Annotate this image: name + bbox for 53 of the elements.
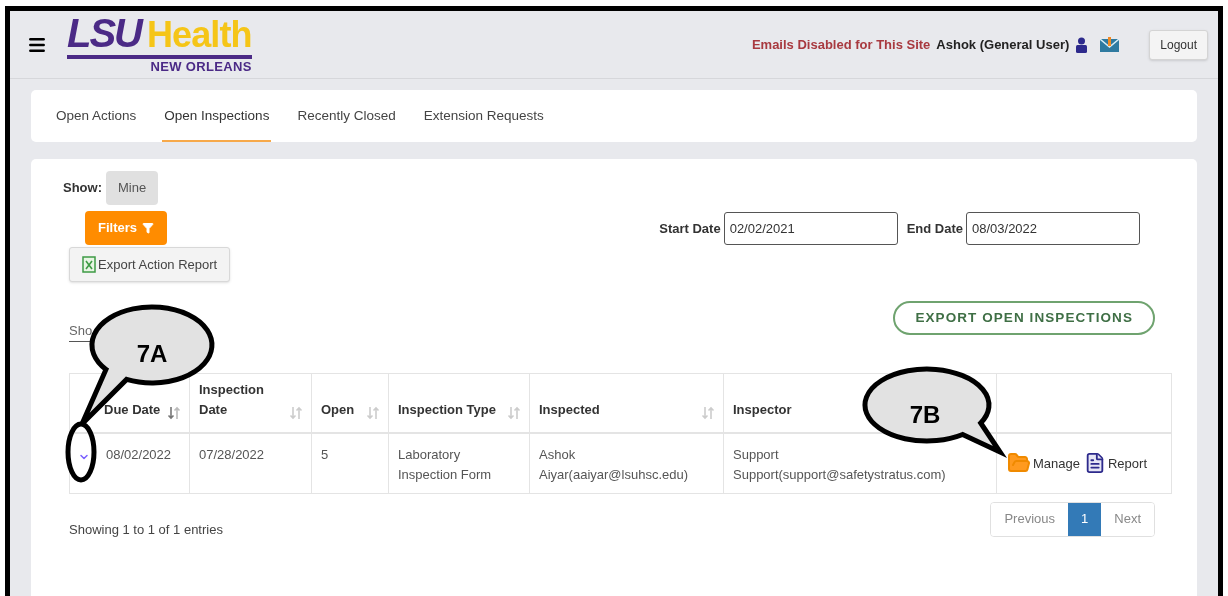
sort-icon (289, 406, 303, 420)
table-cell-text: 08/02/2022 (106, 446, 172, 464)
logo-primary: LSU (67, 13, 141, 54)
tab[interactable]: Recently Closed (295, 90, 398, 142)
entries-info: Showing 1 to 1 of 1 entries (69, 520, 223, 539)
tab[interactable]: Extension Requests (421, 90, 546, 142)
column-title: Inspected (539, 401, 600, 419)
mail-icon[interactable] (1100, 36, 1120, 53)
logo-secondary: Health (147, 17, 252, 54)
sort-icon (167, 406, 181, 420)
page-button[interactable]: 1 (1068, 502, 1102, 536)
table-cell-text: Ashok (539, 446, 577, 464)
export-open-inspections-button[interactable]: EXPORT OPEN INSPECTIONS (893, 301, 1155, 335)
column-header[interactable]: Open (311, 373, 389, 433)
spreadsheet-icon (82, 256, 96, 273)
sort-icon (366, 406, 380, 420)
column-title: Inspection Type (398, 401, 496, 419)
column-header[interactable]: Inspection Date (189, 373, 312, 433)
table-cell-text: 5 (321, 446, 329, 464)
end-date-field[interactable]: 08/03/2022 (966, 212, 1140, 245)
column-title: Inspection Date (199, 381, 265, 419)
table-cell-text: Support (733, 446, 780, 464)
mine-button[interactable]: Mine (106, 171, 159, 205)
highlight-ring (65, 421, 97, 483)
manage-link[interactable]: Manage (1007, 451, 1080, 476)
table-cell-text: Aiyar(aaiyar@lsuhsc.edu) (539, 466, 689, 484)
email-notice: Emails Disabled for This Site (751, 35, 931, 54)
report-link[interactable]: Report (1084, 452, 1147, 475)
logo-tagline: NEW ORLEANS (150, 59, 252, 76)
tab[interactable]: Open Actions (54, 90, 139, 142)
tab[interactable]: Open Inspections (162, 90, 272, 142)
filter-icon (142, 222, 154, 234)
sort-icon (507, 406, 521, 420)
column-title: Due Date (104, 401, 161, 419)
user-name: Ashok (General User) (936, 35, 1070, 54)
table-cell-text: Laboratory (398, 446, 462, 464)
column-header[interactable]: Inspection Type (388, 373, 530, 433)
column-title: Open (321, 401, 355, 419)
table-cell-text: Inspection Form (398, 466, 492, 484)
export-action-report-button[interactable]: Export Action Report (69, 247, 231, 282)
table-cell-text: Support(support@safetystratus.com) (733, 466, 946, 484)
sort-icon (701, 406, 715, 420)
column-title: Inspector (733, 401, 792, 419)
end-date-label: End Date (906, 219, 963, 238)
show-label: Show: (63, 179, 102, 198)
table-cell-text: 07/28/2022 (199, 446, 265, 464)
user-icon[interactable] (1075, 36, 1089, 53)
document-icon (1084, 452, 1106, 475)
callout-label: 7A (136, 340, 168, 367)
start-date-field[interactable]: 02/02/2021 (723, 212, 898, 245)
start-date-label: Start Date (659, 219, 721, 238)
column-header[interactable]: Inspected (529, 373, 724, 433)
logout-button[interactable]: Logout (1149, 29, 1208, 60)
